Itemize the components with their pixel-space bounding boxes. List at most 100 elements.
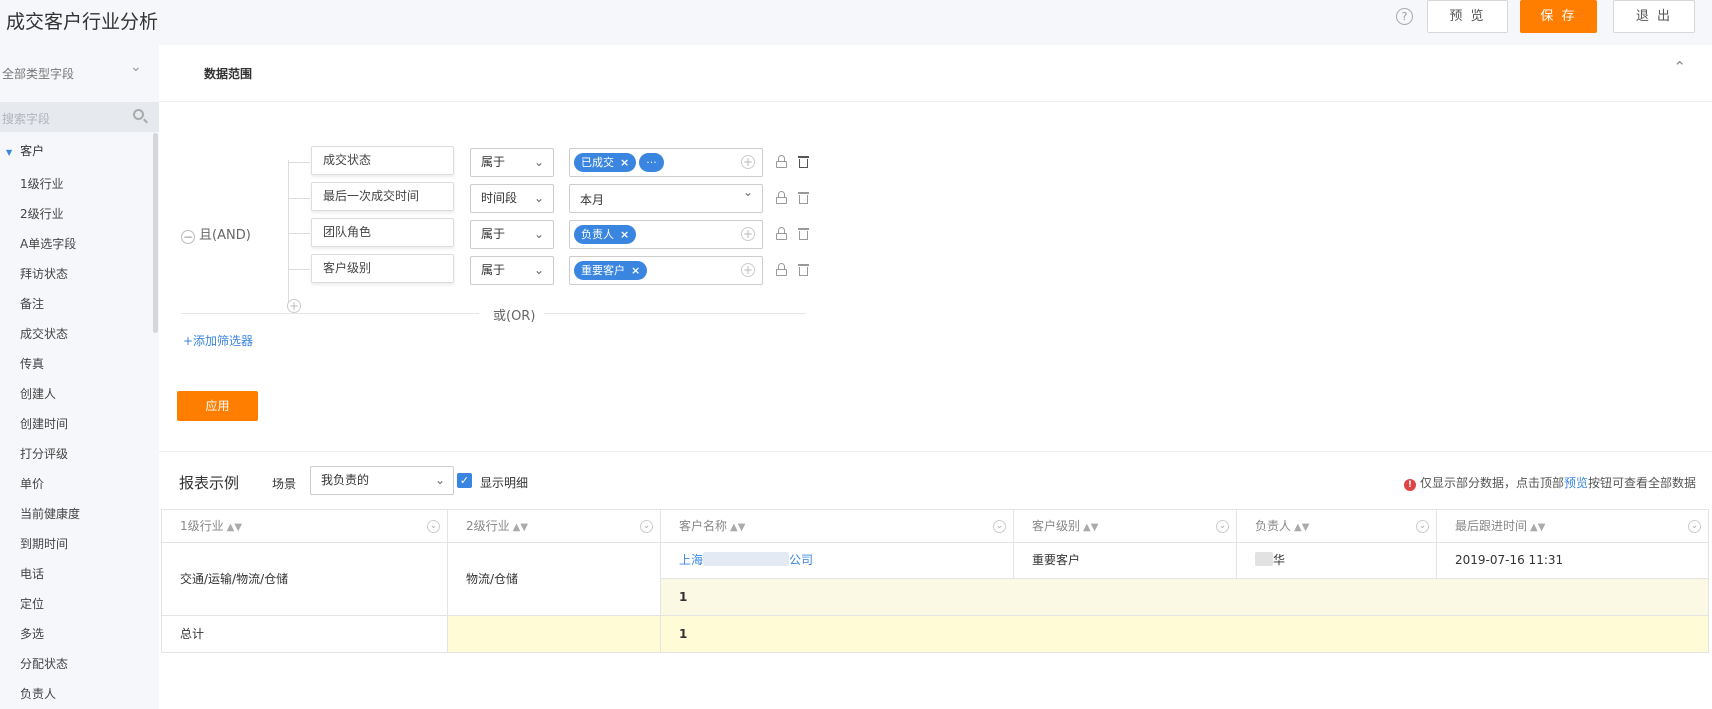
condition-value[interactable]: 重要客户 × + bbox=[569, 256, 763, 285]
preview-button[interactable]: 预 览 bbox=[1427, 0, 1508, 33]
scene-select[interactable]: 我负责的 ⌄ bbox=[310, 466, 454, 495]
condition-field[interactable]: 最后一次成交时间 bbox=[311, 182, 454, 211]
column-header[interactable]: 2级行业 ▲▼ ⌄ bbox=[448, 509, 661, 543]
condition-operator[interactable]: 属于 ⌄ bbox=[470, 148, 554, 177]
sidebar-scrollbar[interactable] bbox=[153, 133, 158, 333]
search-icon[interactable] bbox=[133, 109, 144, 120]
condition-operator[interactable]: 属于 ⌄ bbox=[470, 220, 554, 249]
column-header[interactable]: 客户名称 ▲▼ ⌄ bbox=[661, 509, 1014, 543]
trash-icon[interactable] bbox=[798, 263, 809, 276]
value-tag[interactable]: 已成交 × bbox=[574, 153, 637, 172]
field-item[interactable]: 1级行业 bbox=[20, 169, 80, 199]
customer-link[interactable]: 上海 bbox=[679, 553, 703, 567]
show-detail-label[interactable]: 显示明细 bbox=[480, 474, 528, 491]
close-icon[interactable]: × bbox=[620, 228, 629, 241]
field-item[interactable]: 定位 bbox=[20, 589, 80, 619]
and-group-label[interactable]: − 且(AND) bbox=[181, 224, 251, 244]
customer-link[interactable]: 公司 bbox=[789, 553, 813, 567]
field-item[interactable]: A单选字段 bbox=[20, 229, 80, 259]
column-menu-icon[interactable]: ⌄ bbox=[427, 520, 440, 533]
notice-preview-link[interactable]: 预览 bbox=[1564, 476, 1588, 490]
column-header[interactable]: 客户级别 ▲▼ ⌄ bbox=[1014, 509, 1237, 543]
sort-icon[interactable]: ▲▼ bbox=[1294, 522, 1309, 533]
more-tag[interactable]: ··· bbox=[639, 153, 664, 172]
collapse-icon[interactable]: ⌃ bbox=[1673, 58, 1686, 76]
condition-field[interactable]: 成交状态 bbox=[311, 146, 454, 175]
sort-icon[interactable]: ▲▼ bbox=[1530, 522, 1545, 533]
close-icon[interactable]: × bbox=[631, 264, 640, 277]
field-item[interactable]: 分配状态 bbox=[20, 649, 80, 679]
save-button[interactable]: 保 存 bbox=[1520, 0, 1597, 33]
field-type-select[interactable]: 全部类型字段 bbox=[2, 65, 74, 82]
field-item[interactable]: 单价 bbox=[20, 469, 80, 499]
condition-operator[interactable]: 属于 ⌄ bbox=[470, 256, 554, 285]
apply-button[interactable]: 应用 bbox=[177, 391, 258, 421]
scene-value: 我负责的 bbox=[321, 473, 370, 487]
add-condition-icon[interactable]: + bbox=[287, 299, 301, 313]
field-item[interactable]: 拜访状态 bbox=[20, 259, 80, 289]
trash-icon[interactable] bbox=[798, 227, 809, 240]
show-detail-checkbox[interactable]: ✓ bbox=[457, 473, 472, 488]
unlock-icon[interactable] bbox=[776, 191, 787, 204]
chevron-down-icon: ⌄ bbox=[742, 185, 753, 199]
column-menu-icon[interactable]: ⌄ bbox=[1688, 520, 1701, 533]
help-icon[interactable]: ? bbox=[1396, 8, 1413, 25]
minus-circle-icon[interactable]: − bbox=[181, 230, 195, 244]
plus-circle-icon[interactable]: + bbox=[741, 263, 755, 277]
column-menu-icon[interactable]: ⌄ bbox=[640, 520, 653, 533]
field-group-customer[interactable]: ▼ 客户 bbox=[6, 142, 44, 159]
exit-button[interactable]: 退 出 bbox=[1613, 0, 1695, 33]
sort-icon[interactable]: ▲▼ bbox=[227, 522, 242, 533]
field-item[interactable]: 创建人 bbox=[20, 379, 80, 409]
column-header[interactable]: 负责人 ▲▼ ⌄ bbox=[1237, 509, 1437, 543]
or-label[interactable]: 或(OR) bbox=[493, 305, 535, 324]
column-header[interactable]: 最后跟进时间 ▲▼ ⌄ bbox=[1437, 509, 1709, 543]
condition-value[interactable]: 已成交 × ··· + bbox=[569, 148, 763, 177]
field-item[interactable]: 成交状态 bbox=[20, 319, 80, 349]
value-tag[interactable]: 负责人 × bbox=[574, 225, 637, 244]
column-header[interactable]: 1级行业 ▲▼ ⌄ bbox=[161, 509, 448, 543]
field-search-input[interactable]: 搜索字段 bbox=[0, 102, 159, 132]
condition-value[interactable]: 负责人 × + bbox=[569, 220, 763, 249]
sort-icon[interactable]: ▲▼ bbox=[513, 522, 528, 533]
field-item[interactable]: 当前健康度 bbox=[20, 499, 80, 529]
sort-icon[interactable]: ▲▼ bbox=[730, 522, 745, 533]
condition-value-select[interactable]: 本月 ⌄ bbox=[569, 184, 763, 213]
condition-field[interactable]: 客户级别 bbox=[311, 254, 454, 283]
trash-icon[interactable] bbox=[798, 191, 809, 204]
redacted-block bbox=[703, 552, 790, 566]
field-item[interactable]: 备注 bbox=[20, 289, 80, 319]
column-menu-icon[interactable]: ⌄ bbox=[993, 520, 1006, 533]
field-item[interactable]: 负责人 bbox=[20, 679, 80, 709]
unlock-icon[interactable] bbox=[776, 263, 787, 276]
value-tag[interactable]: 重要客户 × bbox=[574, 261, 648, 280]
chevron-down-icon: ⌄ bbox=[533, 263, 544, 277]
page-title: 成交客户行业分析 bbox=[6, 11, 159, 33]
field-item[interactable]: 到期时间 bbox=[20, 529, 80, 559]
table-cell[interactable]: 上海 公司 bbox=[661, 543, 1014, 579]
chevron-down-icon[interactable]: ⌄ bbox=[130, 59, 142, 75]
field-item[interactable]: 创建时间 bbox=[20, 409, 80, 439]
plus-circle-icon[interactable]: + bbox=[741, 227, 755, 241]
unlock-icon[interactable] bbox=[776, 155, 787, 168]
trash-icon[interactable] bbox=[798, 155, 809, 168]
subtotal-cell: 1 bbox=[661, 579, 1709, 616]
field-item[interactable]: 电话 bbox=[20, 559, 80, 589]
plus-circle-icon[interactable]: + bbox=[741, 155, 755, 169]
unlock-icon[interactable] bbox=[776, 227, 787, 240]
sort-icon[interactable]: ▲▼ bbox=[1083, 522, 1098, 533]
column-label: 客户级别 bbox=[1032, 519, 1081, 533]
column-menu-icon[interactable]: ⌄ bbox=[1416, 520, 1429, 533]
condition-operator[interactable]: 时间段 ⌄ bbox=[470, 184, 554, 213]
close-icon[interactable]: × bbox=[620, 156, 629, 169]
column-menu-icon[interactable]: ⌄ bbox=[1216, 520, 1229, 533]
chevron-down-icon: ⌄ bbox=[533, 155, 544, 169]
field-item[interactable]: 打分评级 bbox=[20, 439, 80, 469]
field-item[interactable]: 2级行业 bbox=[20, 199, 80, 229]
field-item[interactable]: 多选 bbox=[20, 619, 80, 649]
add-filter-link[interactable]: +添加筛选器 bbox=[183, 332, 253, 349]
field-item[interactable]: 传真 bbox=[20, 349, 80, 379]
condition-field[interactable]: 团队角色 bbox=[311, 218, 454, 247]
tree-branch bbox=[288, 233, 310, 234]
field-list: 1级行业 2级行业 A单选字段 拜访状态 备注 成交状态 传真 创建人 创建时间… bbox=[20, 169, 80, 709]
